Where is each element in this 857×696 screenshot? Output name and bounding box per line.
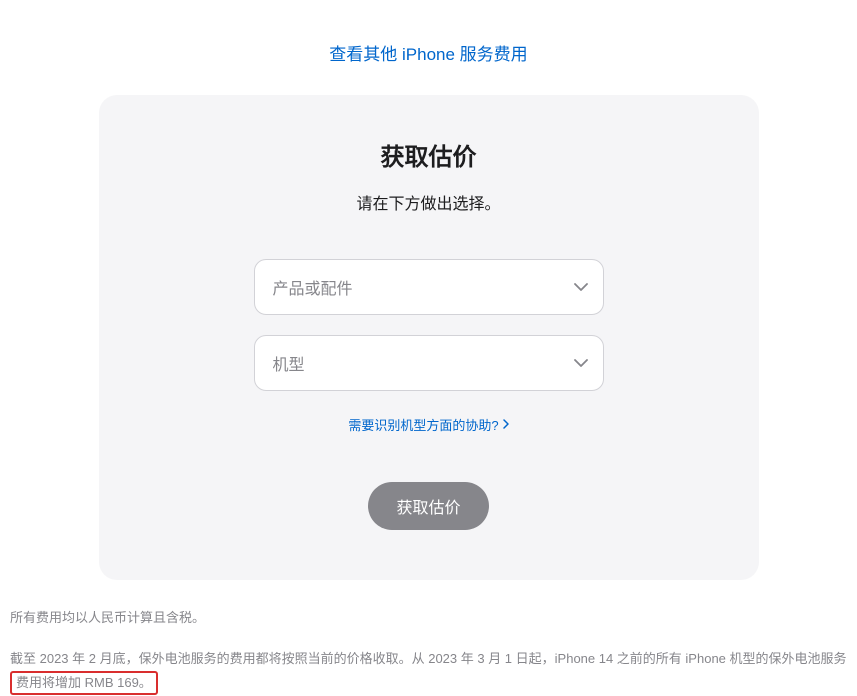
- footnote-price-prefix: 截至 2023 年 2 月底，保外电池服务的费用都将按照当前的价格收取。从 20…: [10, 651, 847, 666]
- card-title: 获取估价: [149, 137, 709, 172]
- product-select-placeholder: 产品或配件: [273, 275, 353, 299]
- identify-model-help-link[interactable]: 需要识别机型方面的协助?: [348, 415, 508, 434]
- estimate-card: 获取估价 请在下方做出选择。 产品或配件 机型 需要识别机型方面的协助? 获取估…: [99, 95, 759, 580]
- footnote-price-highlight: 费用将增加 RMB 169。: [10, 671, 158, 695]
- footnote-tax: 所有费用均以人民币计算且含税。: [10, 606, 847, 631]
- card-subtitle: 请在下方做出选择。: [149, 190, 709, 214]
- other-services-link[interactable]: 查看其他 iPhone 服务费用: [329, 45, 527, 64]
- get-estimate-button[interactable]: 获取估价: [368, 482, 488, 530]
- model-select[interactable]: 机型: [254, 335, 604, 391]
- chevron-right-icon: [503, 417, 509, 432]
- footnotes: 所有费用均以人民币计算且含税。 截至 2023 年 2 月底，保外电池服务的费用…: [0, 580, 857, 696]
- footnote-price-notice: 截至 2023 年 2 月底，保外电池服务的费用都将按照当前的价格收取。从 20…: [10, 647, 847, 696]
- model-select-placeholder: 机型: [273, 351, 305, 375]
- help-link-label: 需要识别机型方面的协助?: [348, 415, 498, 434]
- product-select[interactable]: 产品或配件: [254, 259, 604, 315]
